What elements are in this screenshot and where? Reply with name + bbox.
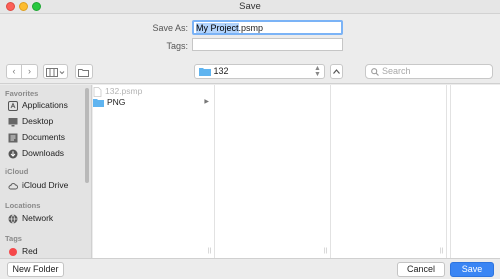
forward-button[interactable]: › bbox=[22, 64, 38, 79]
tags-field[interactable] bbox=[192, 38, 343, 51]
column-resize-handle[interactable]: || bbox=[208, 248, 211, 254]
updown-chevron-icon: ▲ ▼ bbox=[314, 65, 321, 78]
applications-icon bbox=[8, 100, 18, 111]
new-folder-button[interactable]: New Folder bbox=[7, 262, 64, 277]
sidebar-section-locations: Locations bbox=[5, 201, 41, 210]
column-view-icon bbox=[46, 68, 65, 77]
folder-icon bbox=[199, 68, 211, 77]
sidebar-item-desktop[interactable]: Desktop bbox=[8, 115, 53, 128]
column-resize-handle[interactable]: || bbox=[440, 248, 443, 254]
cloud-icon bbox=[8, 182, 18, 190]
red-tag-icon bbox=[9, 247, 17, 256]
save-as-field[interactable]: My Project.psmp bbox=[192, 20, 343, 35]
sidebar-item-label: Red bbox=[22, 246, 38, 256]
downloads-icon bbox=[8, 149, 18, 159]
sidebar-item-label: iCloud Drive bbox=[22, 180, 69, 190]
documents-icon bbox=[8, 133, 18, 143]
chevron-right-icon: › bbox=[28, 66, 31, 76]
filename-selected-text: My Project bbox=[196, 23, 239, 33]
sidebar-item-documents[interactable]: Documents bbox=[8, 131, 65, 144]
view-mode-button[interactable] bbox=[43, 64, 68, 79]
search-field[interactable]: Search bbox=[365, 64, 493, 79]
globe-icon bbox=[8, 214, 18, 224]
cancel-button[interactable]: Cancel bbox=[397, 262, 445, 277]
title-bar: Save bbox=[0, 0, 500, 14]
filename-extension: .psmp bbox=[238, 23, 264, 33]
save-form: Save As: My Project.psmp Tags: bbox=[0, 14, 500, 58]
sidebar-section-favorites: Favorites bbox=[5, 89, 39, 98]
sidebar-item-label: Network bbox=[22, 213, 54, 223]
sidebar-item-downloads[interactable]: Downloads bbox=[8, 147, 64, 160]
sidebar-item-red-tag[interactable]: Red bbox=[8, 245, 38, 258]
sidebar-item-label: Applications bbox=[22, 100, 68, 110]
file-item-132-psmp: 132.psmp bbox=[93, 86, 213, 97]
sidebar-section-tags: Tags bbox=[5, 234, 22, 243]
chevron-right-icon: ▶ bbox=[204, 99, 209, 105]
footer-bar: New Folder Cancel Save bbox=[0, 258, 500, 279]
new-folder-toolbar-button[interactable] bbox=[75, 64, 93, 79]
window-title: Save bbox=[239, 1, 261, 12]
save-button[interactable]: Save bbox=[450, 262, 494, 277]
column-divider bbox=[450, 85, 451, 258]
document-icon bbox=[93, 86, 102, 97]
column-divider[interactable] bbox=[214, 85, 215, 258]
save-as-label: Save As: bbox=[152, 23, 188, 33]
new-folder-icon bbox=[78, 69, 89, 77]
search-placeholder: Search bbox=[382, 66, 411, 76]
column-divider[interactable] bbox=[446, 85, 447, 258]
chevron-left-icon: ‹ bbox=[12, 66, 16, 76]
back-button[interactable]: ‹ bbox=[6, 64, 22, 79]
collapse-toggle-button[interactable] bbox=[330, 64, 343, 79]
browser-toolbar: ‹ › 132 ▲ ▼ Search bbox=[0, 58, 500, 84]
file-item-label: 132.psmp bbox=[105, 86, 143, 96]
sidebar-item-label: Documents bbox=[22, 132, 65, 142]
folder-item-png[interactable]: PNG ▶ bbox=[93, 97, 213, 108]
sidebar: Favorites Applications Desktop Documents… bbox=[0, 85, 92, 258]
sidebar-item-label: Downloads bbox=[22, 148, 65, 158]
chevron-up-icon bbox=[333, 69, 340, 74]
column-divider[interactable] bbox=[330, 85, 331, 258]
desktop-icon bbox=[8, 117, 18, 127]
column-browser: 132.psmp PNG ▶ || || || bbox=[93, 85, 500, 258]
folder-item-label: PNG bbox=[107, 97, 126, 107]
sidebar-section-icloud: iCloud bbox=[5, 167, 29, 176]
sidebar-item-label: Desktop bbox=[22, 116, 54, 126]
tags-label: Tags: bbox=[166, 41, 188, 51]
location-popup[interactable]: 132 ▲ ▼ bbox=[194, 64, 325, 79]
sidebar-item-network[interactable]: Network bbox=[8, 212, 53, 225]
search-icon bbox=[371, 67, 379, 76]
sidebar-item-applications[interactable]: Applications bbox=[8, 99, 68, 112]
sidebar-scrollbar[interactable] bbox=[85, 88, 89, 183]
folder-icon bbox=[93, 99, 104, 108]
location-popup-label: 132 bbox=[213, 66, 229, 76]
sidebar-item-icloud-drive[interactable]: iCloud Drive bbox=[8, 179, 68, 192]
column-resize-handle[interactable]: || bbox=[324, 248, 327, 254]
